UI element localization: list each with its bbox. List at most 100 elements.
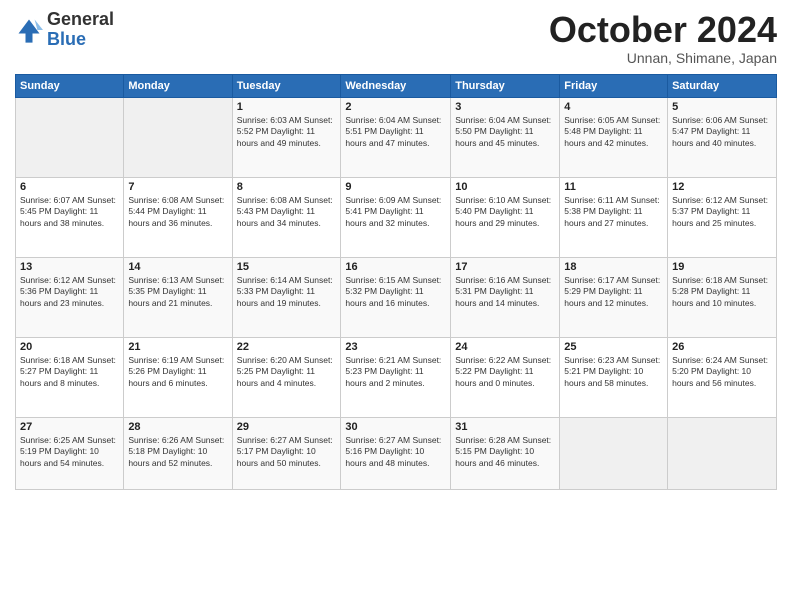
day-info: Sunrise: 6:12 AM Sunset: 5:37 PM Dayligh…: [672, 195, 772, 229]
day-info: Sunrise: 6:21 AM Sunset: 5:23 PM Dayligh…: [345, 355, 446, 389]
calendar-cell: [16, 97, 124, 177]
day-info: Sunrise: 6:03 AM Sunset: 5:52 PM Dayligh…: [237, 115, 337, 149]
calendar-cell: 3 Sunrise: 6:04 AM Sunset: 5:50 PM Daylig…: [451, 97, 560, 177]
calendar-cell: 15Sunrise: 6:14 AM Sunset: 5:33 PM Dayli…: [232, 257, 341, 337]
day-info: Sunrise: 6:18 AM Sunset: 5:28 PM Dayligh…: [672, 275, 772, 309]
calendar-cell: 5 Sunrise: 6:06 AM Sunset: 5:47 PM Daylig…: [668, 97, 777, 177]
logo-text: General Blue: [47, 10, 114, 50]
calendar-cell: 30 Sunrise: 6:27 AM Sunset: 5:16 PM Dayli…: [341, 417, 451, 489]
day-info: Sunrise: 6:04 AM Sunset: 5:51 PM Dayligh…: [345, 115, 446, 149]
calendar-cell: 12 Sunrise: 6:12 AM Sunset: 5:37 PM Dayli…: [668, 177, 777, 257]
calendar-cell: 23Sunrise: 6:21 AM Sunset: 5:23 PM Dayli…: [341, 337, 451, 417]
calendar-cell: [668, 417, 777, 489]
calendar-cell: 11 Sunrise: 6:11 AM Sunset: 5:38 PM Dayli…: [560, 177, 668, 257]
day-info: Sunrise: 6:27 AM Sunset: 5:16 PM Dayligh…: [345, 435, 446, 469]
day-number: 31: [455, 421, 555, 433]
day-number: 22: [237, 341, 337, 353]
calendar-cell: 9 Sunrise: 6:09 AM Sunset: 5:41 PM Daylig…: [341, 177, 451, 257]
logo-icon: [15, 16, 43, 44]
logo: General Blue: [15, 10, 114, 50]
weekday-header-wednesday: Wednesday: [341, 74, 451, 97]
calendar-cell: 20Sunrise: 6:18 AM Sunset: 5:27 PM Dayli…: [16, 337, 124, 417]
day-info: Sunrise: 6:19 AM Sunset: 5:26 PM Dayligh…: [128, 355, 227, 389]
calendar-cell: 2 Sunrise: 6:04 AM Sunset: 5:51 PM Daylig…: [341, 97, 451, 177]
calendar-cell: 26 Sunrise: 6:24 AM Sunset: 5:20 PM Dayli…: [668, 337, 777, 417]
day-number: 19: [672, 261, 772, 273]
day-number: 13: [20, 261, 119, 273]
day-number: 27: [20, 421, 119, 433]
day-number: 17: [455, 261, 555, 273]
day-number: 14: [128, 261, 227, 273]
weekday-header-saturday: Saturday: [668, 74, 777, 97]
day-info: Sunrise: 6:28 AM Sunset: 5:15 PM Dayligh…: [455, 435, 555, 469]
week-row-2: 6Sunrise: 6:07 AM Sunset: 5:45 PM Daylig…: [16, 177, 777, 257]
day-info: Sunrise: 6:16 AM Sunset: 5:31 PM Dayligh…: [455, 275, 555, 309]
day-number: 26: [672, 341, 772, 353]
calendar-cell: 28 Sunrise: 6:26 AM Sunset: 5:18 PM Dayli…: [124, 417, 232, 489]
day-info: Sunrise: 6:05 AM Sunset: 5:48 PM Dayligh…: [564, 115, 663, 149]
day-info: Sunrise: 6:08 AM Sunset: 5:43 PM Dayligh…: [237, 195, 337, 229]
day-info: Sunrise: 6:15 AM Sunset: 5:32 PM Dayligh…: [345, 275, 446, 309]
day-number: 5: [672, 101, 772, 113]
week-row-5: 27Sunrise: 6:25 AM Sunset: 5:19 PM Dayli…: [16, 417, 777, 489]
day-number: 2: [345, 101, 446, 113]
weekday-header-sunday: Sunday: [16, 74, 124, 97]
day-number: 10: [455, 181, 555, 193]
day-number: 8: [237, 181, 337, 193]
calendar-cell: 14Sunrise: 6:13 AM Sunset: 5:35 PM Dayli…: [124, 257, 232, 337]
day-number: 25: [564, 341, 663, 353]
calendar-body: 1 Sunrise: 6:03 AM Sunset: 5:52 PM Daylig…: [16, 97, 777, 489]
day-info: Sunrise: 6:14 AM Sunset: 5:33 PM Dayligh…: [237, 275, 337, 309]
title-block: October 2024 Unnan, Shimane, Japan: [549, 10, 777, 66]
day-info: Sunrise: 6:06 AM Sunset: 5:47 PM Dayligh…: [672, 115, 772, 149]
weekday-header-friday: Friday: [560, 74, 668, 97]
day-number: 12: [672, 181, 772, 193]
day-number: 9: [345, 181, 446, 193]
day-info: Sunrise: 6:04 AM Sunset: 5:50 PM Dayligh…: [455, 115, 555, 149]
day-number: 18: [564, 261, 663, 273]
calendar-cell: 6Sunrise: 6:07 AM Sunset: 5:45 PM Daylig…: [16, 177, 124, 257]
calendar-cell: 19 Sunrise: 6:18 AM Sunset: 5:28 PM Dayli…: [668, 257, 777, 337]
day-info: Sunrise: 6:12 AM Sunset: 5:36 PM Dayligh…: [20, 275, 119, 309]
day-number: 21: [128, 341, 227, 353]
week-row-3: 13 Sunrise: 6:12 AM Sunset: 5:36 PM Dayli…: [16, 257, 777, 337]
day-info: Sunrise: 6:26 AM Sunset: 5:18 PM Dayligh…: [128, 435, 227, 469]
day-info: Sunrise: 6:24 AM Sunset: 5:20 PM Dayligh…: [672, 355, 772, 389]
calendar-cell: 18Sunrise: 6:17 AM Sunset: 5:29 PM Dayli…: [560, 257, 668, 337]
day-info: Sunrise: 6:10 AM Sunset: 5:40 PM Dayligh…: [455, 195, 555, 229]
day-info: Sunrise: 6:08 AM Sunset: 5:44 PM Dayligh…: [128, 195, 227, 229]
calendar-cell: [560, 417, 668, 489]
day-info: Sunrise: 6:18 AM Sunset: 5:27 PM Dayligh…: [20, 355, 119, 389]
calendar-cell: 17 Sunrise: 6:16 AM Sunset: 5:31 PM Dayli…: [451, 257, 560, 337]
day-number: 30: [345, 421, 446, 433]
day-number: 7: [128, 181, 227, 193]
calendar-cell: 16Sunrise: 6:15 AM Sunset: 5:32 PM Dayli…: [341, 257, 451, 337]
calendar-header: SundayMondayTuesdayWednesdayThursdayFrid…: [16, 74, 777, 97]
calendar-cell: 1 Sunrise: 6:03 AM Sunset: 5:52 PM Daylig…: [232, 97, 341, 177]
calendar-cell: 8 Sunrise: 6:08 AM Sunset: 5:43 PM Daylig…: [232, 177, 341, 257]
weekday-header-thursday: Thursday: [451, 74, 560, 97]
day-info: Sunrise: 6:11 AM Sunset: 5:38 PM Dayligh…: [564, 195, 663, 229]
calendar-cell: 10 Sunrise: 6:10 AM Sunset: 5:40 PM Dayli…: [451, 177, 560, 257]
day-number: 11: [564, 181, 663, 193]
page: General Blue October 2024 Unnan, Shimane…: [0, 0, 792, 612]
week-row-1: 1 Sunrise: 6:03 AM Sunset: 5:52 PM Daylig…: [16, 97, 777, 177]
calendar-cell: 27Sunrise: 6:25 AM Sunset: 5:19 PM Dayli…: [16, 417, 124, 489]
day-number: 4: [564, 101, 663, 113]
day-number: 3: [455, 101, 555, 113]
day-number: 28: [128, 421, 227, 433]
month-title: October 2024: [549, 10, 777, 50]
calendar-table: SundayMondayTuesdayWednesdayThursdayFrid…: [15, 74, 777, 490]
day-number: 1: [237, 101, 337, 113]
week-row-4: 20Sunrise: 6:18 AM Sunset: 5:27 PM Dayli…: [16, 337, 777, 417]
day-info: Sunrise: 6:20 AM Sunset: 5:25 PM Dayligh…: [237, 355, 337, 389]
calendar-cell: 31 Sunrise: 6:28 AM Sunset: 5:15 PM Dayli…: [451, 417, 560, 489]
calendar-cell: 21 Sunrise: 6:19 AM Sunset: 5:26 PM Dayli…: [124, 337, 232, 417]
day-info: Sunrise: 6:09 AM Sunset: 5:41 PM Dayligh…: [345, 195, 446, 229]
calendar-cell: 7 Sunrise: 6:08 AM Sunset: 5:44 PM Daylig…: [124, 177, 232, 257]
subtitle: Unnan, Shimane, Japan: [549, 50, 777, 66]
weekday-row: SundayMondayTuesdayWednesdayThursdayFrid…: [16, 74, 777, 97]
day-info: Sunrise: 6:22 AM Sunset: 5:22 PM Dayligh…: [455, 355, 555, 389]
day-info: Sunrise: 6:27 AM Sunset: 5:17 PM Dayligh…: [237, 435, 337, 469]
calendar-cell: [124, 97, 232, 177]
